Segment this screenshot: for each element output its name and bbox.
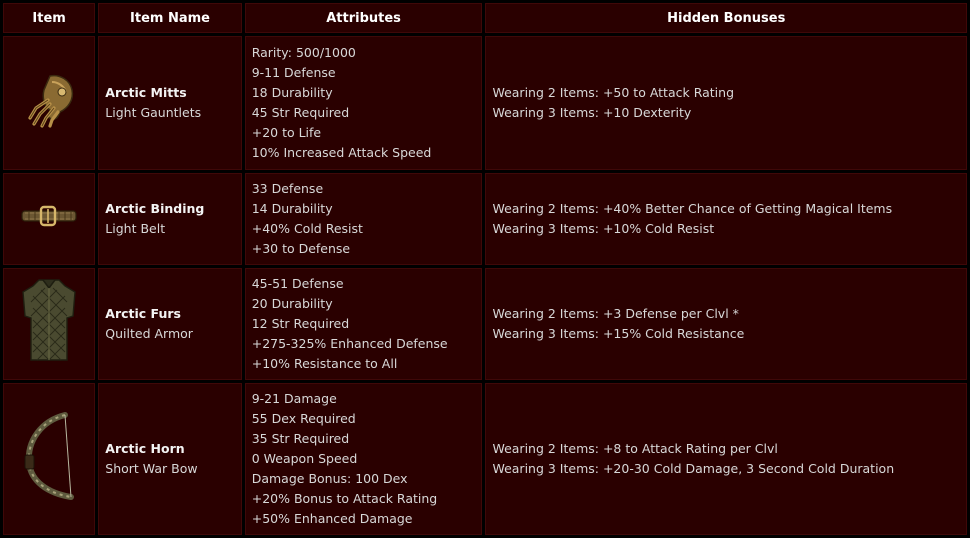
item-name: Arctic Mitts	[105, 85, 187, 100]
header-hidden-bonuses: Hidden Bonuses	[485, 3, 967, 33]
gauntlets-icon	[20, 70, 78, 136]
bonuses-cell: Wearing 2 Items: +8 to Attack Rating per…	[485, 383, 967, 535]
attributes-cell: 9-21 Damage 55 Dex Required 35 Str Requi…	[244, 383, 483, 535]
bonus-line: Wearing 3 Items: +15% Cold Resistance	[492, 326, 745, 341]
item-type: Short War Bow	[105, 461, 198, 476]
armor-icon	[21, 276, 77, 372]
bonus-line: Wearing 2 Items: +40% Better Chance of G…	[492, 201, 893, 216]
attribute-line: +50% Enhanced Damage	[251, 511, 413, 526]
item-type: Light Gauntlets	[105, 105, 202, 120]
attributes-cell: 33 Defense 14 Durability +40% Cold Resis…	[244, 173, 483, 265]
bonus-line: Wearing 2 Items: +3 Defense per Clvl *	[492, 306, 739, 321]
attribute-line: 9-11 Defense	[251, 65, 336, 80]
item-name-cell: Arctic Horn Short War Bow	[98, 383, 242, 535]
attribute-line: 45 Str Required	[251, 105, 350, 120]
attribute-line: 55 Dex Required	[251, 411, 356, 426]
table-row: Arctic Furs Quilted Armor 45-51 Defense …	[3, 268, 967, 380]
attribute-line: +275-325% Enhanced Defense	[251, 336, 448, 351]
bonus-line: Wearing 3 Items: +20-30 Cold Damage, 3 S…	[492, 461, 895, 476]
item-name: Arctic Furs	[105, 306, 181, 321]
attribute-line: 0 Weapon Speed	[251, 451, 358, 466]
attribute-line: 35 Str Required	[251, 431, 350, 446]
header-item-name: Item Name	[98, 3, 242, 33]
bonuses-cell: Wearing 2 Items: +50 to Attack Rating We…	[485, 36, 967, 170]
item-name-cell: Arctic Mitts Light Gauntlets	[98, 36, 242, 170]
item-type: Light Belt	[105, 221, 166, 236]
header-row: Item Item Name Attributes Hidden Bonuses	[3, 3, 967, 33]
bonus-line: Wearing 2 Items: +50 to Attack Rating	[492, 85, 735, 100]
attribute-line: Rarity: 500/1000	[251, 45, 356, 60]
item-type: Quilted Armor	[105, 326, 193, 341]
attributes-cell: 45-51 Defense 20 Durability 12 Str Requi…	[244, 268, 483, 380]
bonus-line: Wearing 3 Items: +10 Dexterity	[492, 105, 692, 120]
attribute-line: 9-21 Damage	[251, 391, 337, 406]
item-icon-cell	[3, 36, 96, 170]
attribute-line: +40% Cold Resist	[251, 221, 363, 236]
attribute-line: 14 Durability	[251, 201, 333, 216]
attributes-cell: Rarity: 500/1000 9-11 Defense 18 Durabil…	[244, 36, 483, 170]
bonus-line: Wearing 3 Items: +10% Cold Resist	[492, 221, 715, 236]
attribute-line: 45-51 Defense	[251, 276, 344, 291]
item-icon-cell	[3, 173, 96, 265]
attribute-line: 12 Str Required	[251, 316, 350, 331]
bow-icon	[21, 411, 77, 507]
attribute-line: +30 to Defense	[251, 241, 351, 256]
attribute-line: 20 Durability	[251, 296, 333, 311]
item-icon-cell	[3, 383, 96, 535]
attribute-line: 33 Defense	[251, 181, 324, 196]
item-name-cell: Arctic Binding Light Belt	[98, 173, 242, 265]
item-name-cell: Arctic Furs Quilted Armor	[98, 268, 242, 380]
set-items-table: Item Item Name Attributes Hidden Bonuses	[0, 0, 970, 538]
item-icon-cell	[3, 268, 96, 380]
table-row: Arctic Mitts Light Gauntlets Rarity: 500…	[3, 36, 967, 170]
header-item: Item	[3, 3, 96, 33]
table-row: Arctic Binding Light Belt 33 Defense 14 …	[3, 173, 967, 265]
bonus-line: Wearing 2 Items: +8 to Attack Rating per…	[492, 441, 778, 456]
item-name: Arctic Binding	[105, 201, 205, 216]
attribute-line: 18 Durability	[251, 85, 333, 100]
table-row: Arctic Horn Short War Bow 9-21 Damage 55…	[3, 383, 967, 535]
item-name: Arctic Horn	[105, 441, 185, 456]
attribute-line: +10% Resistance to All	[251, 356, 398, 371]
header-attributes: Attributes	[244, 3, 483, 33]
attribute-line: 10% Increased Attack Speed	[251, 145, 432, 160]
attribute-line: +20 to Life	[251, 125, 322, 140]
bonuses-cell: Wearing 2 Items: +40% Better Chance of G…	[485, 173, 967, 265]
bonuses-cell: Wearing 2 Items: +3 Defense per Clvl * W…	[485, 268, 967, 380]
belt-icon	[19, 201, 79, 237]
attribute-line: +20% Bonus to Attack Rating	[251, 491, 438, 506]
attribute-line: Damage Bonus: 100 Dex	[251, 471, 408, 486]
